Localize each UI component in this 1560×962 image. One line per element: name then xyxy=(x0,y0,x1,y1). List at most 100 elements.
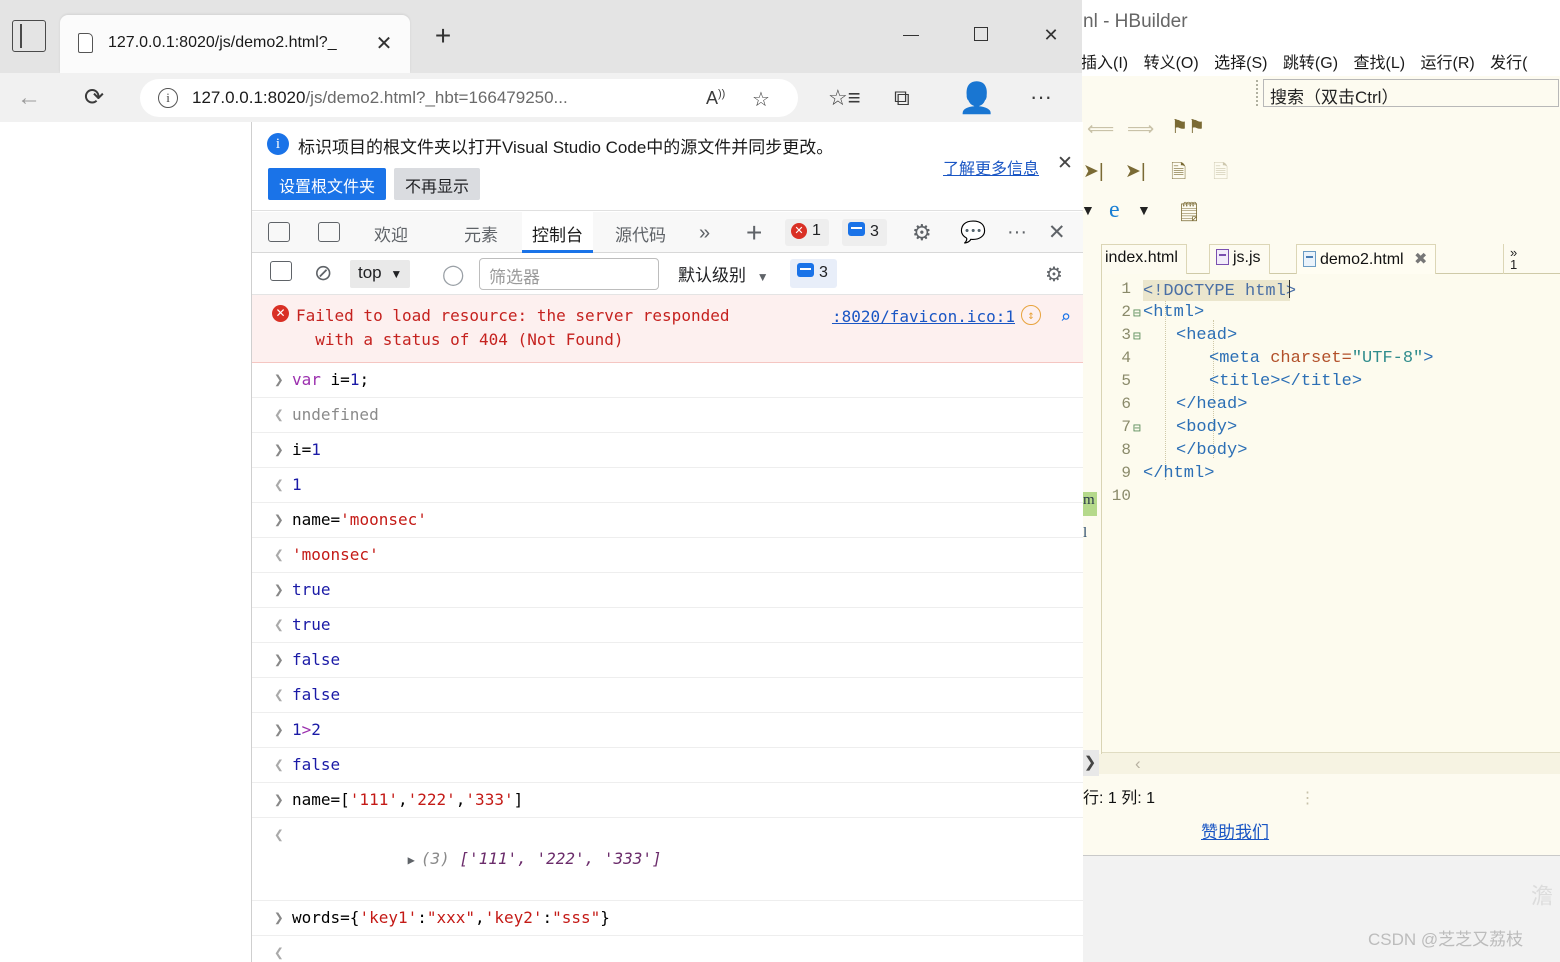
console-info-count-badge[interactable]: 3 xyxy=(790,259,837,288)
array-expander[interactable]: ▶ (3) ['111', '222', '333'] xyxy=(292,823,662,895)
console-input-row[interactable]: ❯ 1>2 xyxy=(252,713,1083,748)
edge-browser-icon[interactable]: e xyxy=(1109,197,1120,224)
fold-toggle-icon[interactable]: ⊟ xyxy=(1133,421,1141,436)
set-root-folder-button[interactable]: 设置根文件夹 xyxy=(268,168,387,200)
console-input-row[interactable]: ❯ true xyxy=(252,573,1083,608)
add-favorite-icon[interactable]: ☆ xyxy=(752,87,770,112)
comment-icon[interactable]: 🗎 xyxy=(1171,158,1186,190)
console-input-row[interactable]: ❯ false xyxy=(252,643,1083,678)
address-bar[interactable]: i 127.0.0.1:8020/js/demo2.html?_hbt=1664… xyxy=(140,79,798,117)
console-input-row[interactable]: ❯ name='moonsec' xyxy=(252,503,1083,538)
undo-icon[interactable]: ⟸ xyxy=(1087,118,1114,141)
hbuilder-code-editor[interactable]: 1 <!DOCTYPE html> 2 ⊟ <html> 3 ⊟ <head> 4 <meta c… xyxy=(1081,274,1560,768)
console-object-result-row[interactable]: ❮ ▼{key1: 'xxx', key2: 'sss'}i key1: "xx… xyxy=(252,936,1083,962)
menu-goto[interactable]: 跳转(G) xyxy=(1283,55,1338,72)
file-tab-js-js[interactable]: js.js xyxy=(1209,244,1270,274)
menu-run[interactable]: 运行(R) xyxy=(1421,55,1475,72)
search-icon[interactable]: ⌕ xyxy=(1060,304,1071,331)
minimize-window-button[interactable] xyxy=(888,18,934,52)
favorites-icon[interactable]: ☆≡ xyxy=(828,85,861,111)
toolbar-drag-handle[interactable] xyxy=(1256,80,1259,106)
live-expression-icon[interactable]: ◯ xyxy=(442,262,464,287)
console-input-row[interactable]: ❯ var i=1; xyxy=(252,363,1083,398)
more-tabs-icon[interactable]: » xyxy=(699,222,710,245)
inspect-element-icon[interactable] xyxy=(268,222,290,242)
menu-find[interactable]: 查找(L) xyxy=(1353,55,1405,72)
tab-elements[interactable]: 元素 xyxy=(454,212,508,253)
code-line[interactable]: <body> xyxy=(1176,418,1237,437)
gear-icon[interactable]: ⚙ xyxy=(912,220,932,246)
tab-console[interactable]: 控制台 xyxy=(522,212,593,253)
redo-icon[interactable]: ⟹ xyxy=(1127,118,1154,141)
error-count-badge[interactable]: ✕ 1 xyxy=(785,219,829,246)
learn-more-link[interactable]: 了解更多信息 xyxy=(943,155,1039,179)
file-tab-overflow[interactable]: » 1 xyxy=(1503,244,1523,274)
code-line[interactable]: <!DOCTYPE html> xyxy=(1143,280,1296,301)
console-log-list[interactable]: ✕ Failed to load resource: the server re… xyxy=(252,295,1083,962)
browser-settings-more-icon[interactable]: ··· xyxy=(1030,84,1052,110)
close-infobar-icon[interactable]: ✕ xyxy=(1057,152,1073,175)
indent-right-icon[interactable]: ➤| xyxy=(1125,160,1146,183)
code-line[interactable]: </html> xyxy=(1143,464,1214,483)
scroll-left-arrow[interactable]: ‹ xyxy=(1135,754,1141,774)
file-tab-demo2-html[interactable]: demo2.html ✖ xyxy=(1296,244,1437,274)
site-info-icon[interactable]: i xyxy=(158,88,178,108)
code-line[interactable]: <head> xyxy=(1176,326,1237,345)
new-tab-button[interactable]: + xyxy=(428,22,458,52)
browser-tab[interactable]: 127.0.0.1:8020/js/demo2.html?_ ✕ xyxy=(60,15,410,73)
code-line[interactable]: <html> xyxy=(1143,303,1204,322)
expand-triangle-icon[interactable]: ▶ xyxy=(408,851,415,869)
donate-link[interactable]: 赞助我们 xyxy=(1201,818,1269,843)
back-icon[interactable]: ← xyxy=(17,84,41,112)
close-devtools-icon[interactable]: ✕ xyxy=(1048,220,1066,245)
info-count-badge[interactable]: 3 xyxy=(842,219,887,246)
code-line[interactable]: </body> xyxy=(1176,441,1247,460)
fold-toggle-icon[interactable]: ⊟ xyxy=(1133,306,1141,321)
console-settings-gear-icon[interactable]: ⚙ xyxy=(1045,262,1063,287)
devtools-more-icon[interactable]: ··· xyxy=(1007,221,1027,244)
menu-select[interactable]: 选择(S) xyxy=(1214,55,1267,72)
read-aloud-icon[interactable]: A)) xyxy=(706,88,725,109)
dont-show-again-button[interactable]: 不再显示 xyxy=(394,168,481,200)
log-level-selector[interactable]: 默认级别 ▼ xyxy=(678,261,769,286)
editor-horizontal-scrollbar[interactable]: ‹ xyxy=(1081,752,1560,774)
network-request-icon[interactable]: ↕ xyxy=(1021,305,1041,325)
devtools-feedback-icon[interactable]: 💬 xyxy=(960,221,986,245)
collections-icon[interactable]: ⧉ xyxy=(894,85,910,111)
tab-sources[interactable]: 源代码 xyxy=(605,212,676,253)
console-sidebar-icon[interactable] xyxy=(270,261,292,281)
code-line[interactable]: </head> xyxy=(1176,395,1247,414)
menu-publish[interactable]: 发行( xyxy=(1490,55,1527,72)
menu-insert[interactable]: 插入(I) xyxy=(1081,55,1128,72)
console-input-row[interactable]: ❯ i=1 xyxy=(252,433,1083,468)
error-source-link[interactable]: :8020/favicon.ico:1 xyxy=(832,305,1015,329)
info-panel-icon[interactable]: 🗒 xyxy=(1177,200,1201,224)
console-error-row[interactable]: ✕ Failed to load resource: the server re… xyxy=(252,295,1083,363)
tab-welcome[interactable]: 欢迎 xyxy=(364,212,418,253)
console-input-row[interactable]: ❯ name=['111','222','333'] xyxy=(252,783,1083,818)
bookmark-icon[interactable]: ⚑⚑ xyxy=(1171,116,1205,139)
file-tab-close-icon[interactable]: ✖ xyxy=(1414,251,1427,268)
code-line[interactable]: <meta charset="UTF-8"> xyxy=(1209,349,1433,368)
code-line[interactable]: <title></title> xyxy=(1209,372,1362,391)
tab-actions-icon[interactable] xyxy=(12,20,46,52)
profile-avatar-icon[interactable]: 👤 xyxy=(958,81,995,116)
execution-context-selector[interactable]: top ▼ xyxy=(350,260,411,288)
reload-icon[interactable]: ⟳ xyxy=(84,83,104,112)
run-caret-icon[interactable]: ▼ xyxy=(1137,202,1151,218)
device-toolbar-icon[interactable] xyxy=(318,222,340,242)
menu-escape[interactable]: 转义(O) xyxy=(1144,55,1199,72)
close-tab-icon[interactable]: ✕ xyxy=(372,32,396,56)
hbuilder-search-input[interactable]: 搜索（双击Ctrl） xyxy=(1263,79,1559,107)
background-expand-arrow[interactable]: ❯ xyxy=(1081,750,1099,776)
add-panel-icon[interactable]: + xyxy=(746,217,762,249)
maximize-window-button[interactable] xyxy=(958,18,1004,52)
clear-console-icon[interactable]: ⊘ xyxy=(314,260,332,286)
console-filter-input[interactable]: 筛选器 xyxy=(479,258,659,290)
fold-toggle-icon[interactable]: ⊟ xyxy=(1133,329,1141,344)
uncomment-icon[interactable]: 🗎 xyxy=(1213,158,1228,190)
close-window-button[interactable]: ✕ xyxy=(1028,18,1074,52)
console-array-result-row[interactable]: ❮ ▶ (3) ['111', '222', '333'] xyxy=(252,818,1083,901)
console-input-row[interactable]: ❯ words={'key1':"xxx",'key2':"sss"} xyxy=(252,901,1083,936)
indent-left-icon[interactable]: ➤| xyxy=(1083,160,1104,183)
